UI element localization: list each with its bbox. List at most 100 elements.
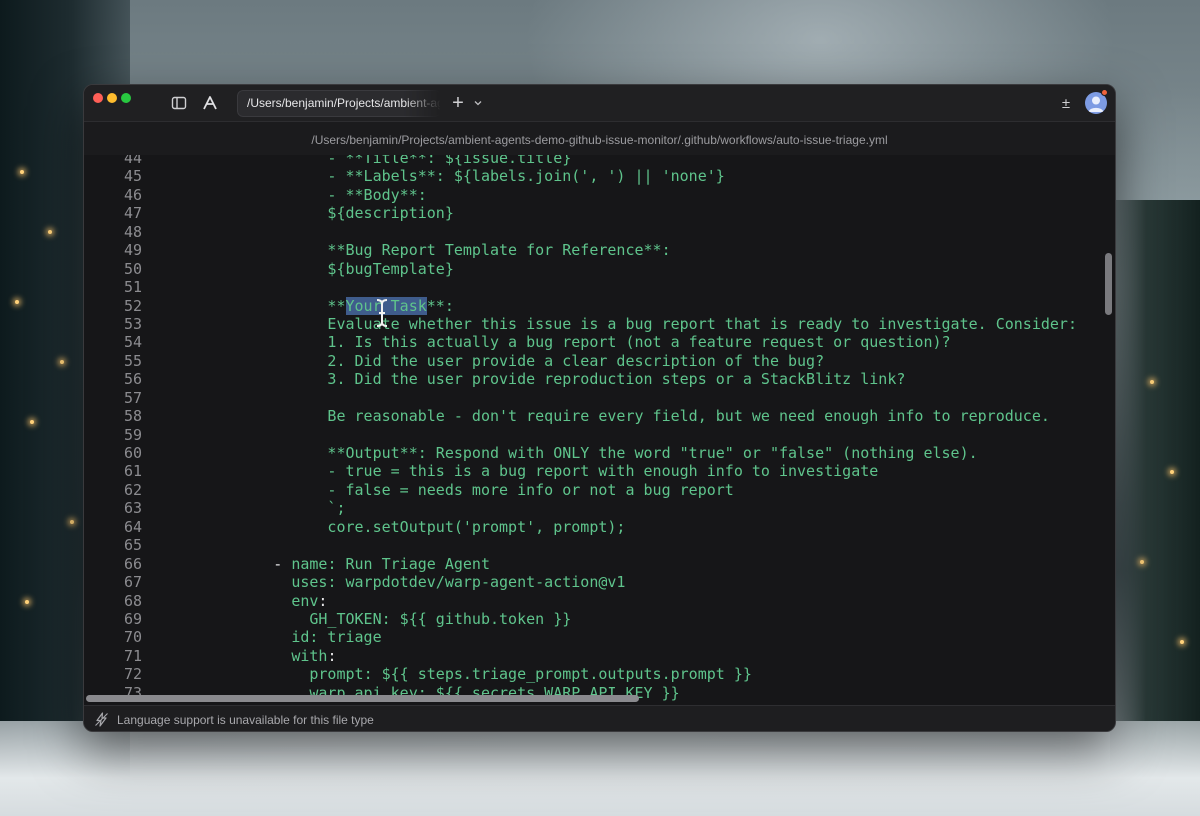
line-number: 44 [123,155,142,167]
line-text: core.setOutput('prompt', prompt); [201,518,625,536]
line-number: 59 [123,425,142,444]
minimize-window-button[interactable] [107,93,117,103]
line-number: 61 [123,462,142,481]
code-token: 2. Did the user provide a clear descript… [201,351,825,370]
background-light [1150,380,1154,384]
background-snow [0,721,1200,816]
title-bar: /Users/benjamin/Projects/ambient-agents-… [84,85,1115,122]
code-line[interactable]: 46 - **Body**: [84,186,1115,204]
line-text: `; [201,499,346,518]
lightning-bolt-icon[interactable] [94,712,109,727]
code-token: : [318,591,328,610]
code-token: ${bugTemplate} [201,259,454,278]
line-text: env: [201,592,327,610]
code-line[interactable]: 44 - **Title**: ${issue.title} [84,155,1115,167]
code-line[interactable]: 59 [84,426,1115,444]
line-number: 65 [123,536,142,555]
line-number: 71 [123,646,142,665]
code-token: env [291,591,319,610]
code-line[interactable]: 71 with: [84,647,1115,665]
warp-logo-icon[interactable] [201,94,219,112]
file-path-breadcrumb: /Users/benjamin/Projects/ambient-agents-… [84,122,1115,155]
code-token: Evaluate whether this issue is a bug rep… [201,314,1077,333]
line-text: prompt: ${{ steps.triage_prompt.outputs.… [201,665,752,683]
code-line[interactable]: 62 - false = needs more info or not a bu… [84,481,1115,499]
code-token: id [291,628,310,647]
background-light [1170,470,1174,474]
background-light [48,230,52,234]
line-text: - false = needs more info or not a bug r… [201,481,733,499]
code-line[interactable]: 56 3. Did the user provide reproduction … [84,370,1115,388]
code-line[interactable]: 68 env: [84,592,1115,610]
background-light [1180,640,1184,644]
code-line[interactable]: 70 id: triage [84,628,1115,646]
code-line[interactable]: 52 **Your Task**: [84,296,1115,315]
code-token: : Run Triage Agent [327,554,490,573]
code-line[interactable]: 49 **Bug Report Template for Reference**… [84,241,1115,259]
maximize-window-button[interactable] [121,93,131,103]
line-text: - **Labels**: ${labels.join(', ') || 'no… [201,167,724,185]
line-number: 68 [123,591,142,610]
code-token: : triage [309,628,382,647]
line-number: 69 [123,609,142,628]
code-line[interactable]: 55 2. Did the user provide a clear descr… [84,352,1115,370]
code-token: name [291,554,328,573]
line-text: - **Title**: ${issue.title} [201,155,571,167]
code-line[interactable]: 69 GH_TOKEN: ${{ github.token }} [84,610,1115,628]
code-line[interactable]: 47 ${description} [84,204,1115,222]
close-window-button[interactable] [93,93,103,103]
code-line[interactable]: 66 - name: Run Triage Agent [84,555,1115,573]
code-token: 1. Is this actually a bug report (not a … [201,333,951,352]
line-text: GH_TOKEN: ${{ github.token }} [201,610,571,628]
line-number: 52 [123,296,142,315]
chevron-down-icon[interactable] [472,97,484,109]
background-light [1140,560,1144,564]
code-editor[interactable]: 44 - **Title**: ${issue.title} 45 - **Lab… [84,155,1115,705]
sidebar-toggle-icon[interactable] [171,95,187,111]
line-number: 66 [123,554,142,573]
code-line[interactable]: 72 prompt: ${{ steps.triage_prompt.outpu… [84,665,1115,683]
line-number: 63 [123,499,142,518]
code-line[interactable]: 60 **Output**: Respond with ONLY the wor… [84,444,1115,462]
code-line[interactable]: 53 Evaluate whether this issue is a bug … [84,315,1115,333]
code-line[interactable]: 58 Be reasonable - don't require every f… [84,407,1115,425]
line-text: uses: warpdotdev/warp-agent-action@v1 [201,573,625,591]
code-line[interactable]: 67 uses: warpdotdev/warp-agent-action@v1 [84,573,1115,591]
tab-active-path[interactable]: /Users/benjamin/Projects/ambient-agents-… [237,90,441,117]
status-bar: Language support is unavailable for this… [84,705,1115,731]
text-cursor-icon [375,298,389,328]
code-token: : [327,646,337,665]
code-token: uses [291,573,328,592]
code-lines: 44 - **Title**: ${issue.title} 45 - **Lab… [84,155,1115,702]
code-token: : ${{ github.token }} [381,609,572,628]
horizontal-scrollbar[interactable] [86,695,639,702]
plus-minus-icon[interactable]: ± [1059,94,1073,112]
code-line[interactable]: 45 - **Labels**: ${labels.join(', ') || … [84,167,1115,185]
code-line[interactable]: 64 core.setOutput('prompt', prompt); [84,518,1115,536]
code-token: Be reasonable - don't require every fiel… [201,407,1050,426]
code-line[interactable]: 54 1. Is this actually a bug report (not… [84,333,1115,351]
code-line[interactable]: 48 [84,223,1115,241]
background-light [20,170,24,174]
code-line[interactable]: 65 [84,536,1115,554]
line-text: 3. Did the user provide reproduction ste… [201,370,905,388]
code-line[interactable]: 63 `; [84,499,1115,517]
line-number: 47 [123,204,142,223]
code-token: `; [201,499,346,518]
code-line[interactable]: 57 [84,389,1115,407]
code-token: core.setOutput('prompt', prompt); [201,517,626,536]
code-line[interactable]: 61 - true = this is a bug report with en… [84,462,1115,480]
vertical-scrollbar[interactable] [1105,253,1112,315]
code-line[interactable]: 50 ${bugTemplate} [84,260,1115,278]
code-token: : warpdotdev/warp-agent-action@v1 [327,573,626,592]
line-text: Evaluate whether this issue is a bug rep… [201,315,1077,333]
background-light [70,520,74,524]
line-number: 48 [123,222,142,241]
new-tab-plus-icon[interactable]: + [450,93,466,113]
code-line[interactable]: 51 [84,278,1115,296]
line-text: **Output**: Respond with ONLY the word "… [201,444,977,462]
line-text: - true = this is a bug report with enoug… [201,462,878,480]
